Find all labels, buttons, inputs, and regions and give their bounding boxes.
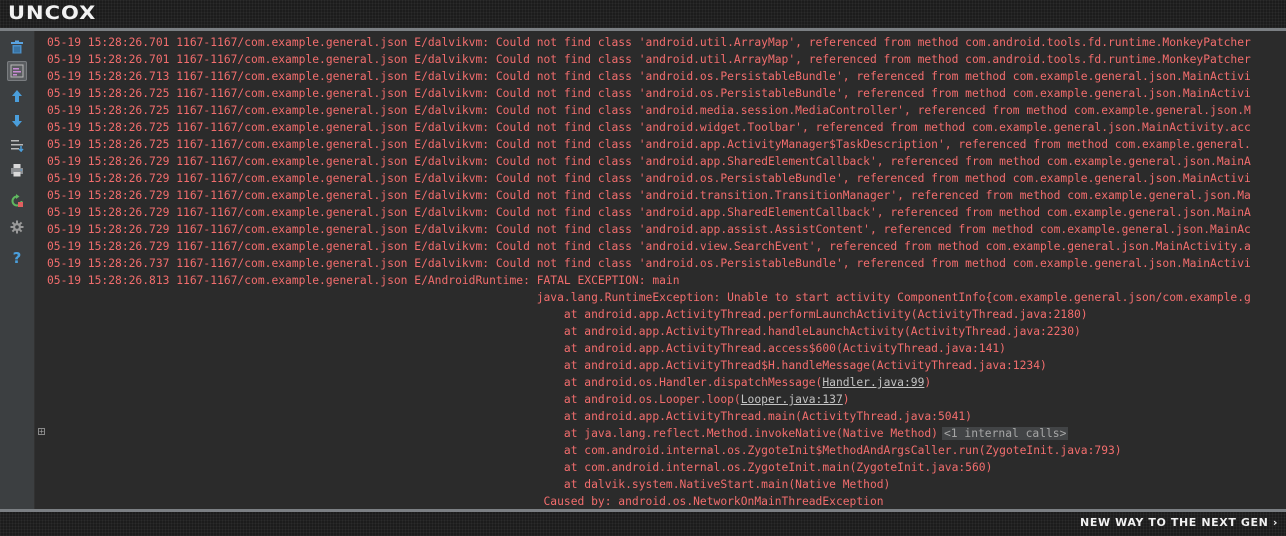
settings-button[interactable] <box>7 217 27 237</box>
log-line-text: at android.app.ActivityThread.access$600… <box>47 342 1006 355</box>
log-line-text: 05-19 15:28:26.729 1167-1167/com.example… <box>47 206 1251 219</box>
log-line-text: 05-19 15:28:26.729 1167-1167/com.example… <box>47 189 1251 202</box>
help-button[interactable]: ? <box>7 247 27 267</box>
log-line-suffix: ) <box>924 376 932 389</box>
log-line-text: at com.android.internal.os.ZygoteInit$Me… <box>47 444 1122 457</box>
log-line-text: 05-19 15:28:26.729 1167-1167/com.example… <box>47 155 1251 168</box>
header-bar: UNCOX <box>0 0 1286 28</box>
log-line: java.lang.RuntimeException: Unable to st… <box>47 289 1286 306</box>
log-line: 05-19 15:28:26.729 1167-1167/com.example… <box>47 238 1286 255</box>
log-line: at android.app.ActivityThread.main(Activ… <box>47 408 1286 425</box>
log-line-text: 05-19 15:28:26.725 1167-1167/com.example… <box>47 121 1251 134</box>
log-line: 05-19 15:28:26.725 1167-1167/com.example… <box>47 102 1286 119</box>
log-line: 05-19 15:28:26.729 1167-1167/com.example… <box>47 221 1286 238</box>
log-line: 05-19 15:28:26.701 1167-1167/com.example… <box>47 51 1286 68</box>
log-line-text: 05-19 15:28:26.729 1167-1167/com.example… <box>47 172 1251 185</box>
tagline: NEW WAY TO THE NEXT GEN › <box>1080 516 1278 529</box>
log-line-suffix: ) <box>842 393 850 406</box>
log-line: 05-19 15:28:26.725 1167-1167/com.example… <box>47 119 1286 136</box>
log-line-text: at android.app.ActivityThread.main(Activ… <box>47 410 972 423</box>
clear-log-button[interactable] <box>7 37 27 57</box>
scroll-to-end-icon <box>10 138 24 152</box>
log-line-text: 05-19 15:28:26.713 1167-1167/com.example… <box>47 70 1251 83</box>
restart-icon <box>10 194 24 208</box>
expand-fold-toggle[interactable]: + <box>38 428 45 436</box>
log-line-text: 05-19 15:28:26.729 1167-1167/com.example… <box>47 240 1251 253</box>
log-line: 05-19 15:28:26.713 1167-1167/com.example… <box>47 68 1286 85</box>
arrow-up-icon <box>11 89 23 103</box>
soft-wrap-button[interactable] <box>7 61 27 81</box>
log-line: at java.lang.reflect.Method.invokeNative… <box>47 425 1286 442</box>
log-line-text: Caused by: android.os.NetworkOnMainThrea… <box>47 495 884 508</box>
log-line-text: at android.app.ActivityThread.performLau… <box>47 308 1088 321</box>
log-line-text: 05-19 15:28:26.725 1167-1167/com.example… <box>47 138 1251 151</box>
footer-bar: NEW WAY TO THE NEXT GEN › <box>0 512 1286 536</box>
log-line-text: java.lang.RuntimeException: Unable to st… <box>47 291 1251 304</box>
log-line-text: 05-19 15:28:26.729 1167-1167/com.example… <box>47 223 1251 236</box>
log-line: at android.os.Looper.loop(Looper.java:13… <box>47 391 1286 408</box>
scroll-up-button[interactable] <box>7 86 27 106</box>
log-line: at android.app.ActivityThread$H.handleMe… <box>47 357 1286 374</box>
log-output: 05-19 15:28:26.701 1167-1167/com.example… <box>47 34 1286 509</box>
log-line: at com.android.internal.os.ZygoteInit.ma… <box>47 459 1286 476</box>
log-line-text: at android.os.Handler.dispatchMessage( <box>47 376 823 389</box>
log-line: at android.os.Handler.dispatchMessage(Ha… <box>47 374 1286 391</box>
log-line: at dalvik.system.NativeStart.main(Native… <box>47 476 1286 493</box>
scroll-to-end-button[interactable] <box>7 135 27 155</box>
log-line: 05-19 15:28:26.701 1167-1167/com.example… <box>47 34 1286 51</box>
log-line: 05-19 15:28:26.729 1167-1167/com.example… <box>47 204 1286 221</box>
print-button[interactable] <box>7 160 27 180</box>
log-line-text: 05-19 15:28:26.813 1167-1167/com.example… <box>47 274 680 287</box>
log-line-text: at android.os.Looper.loop( <box>47 393 741 406</box>
log-line-text: 05-19 15:28:26.701 1167-1167/com.example… <box>47 53 1251 66</box>
log-line: 05-19 15:28:26.813 1167-1167/com.example… <box>47 272 1286 289</box>
console-toolbar: ? <box>0 31 35 509</box>
svg-text:?: ? <box>13 250 22 265</box>
log-line-text: at com.android.internal.os.ZygoteInit.ma… <box>47 461 993 474</box>
soft-wrap-icon <box>10 64 24 78</box>
log-line: at android.app.ActivityThread.access$600… <box>47 340 1286 357</box>
log-line-text: 05-19 15:28:26.725 1167-1167/com.example… <box>47 87 1251 100</box>
gear-icon <box>10 220 24 234</box>
scroll-down-button[interactable] <box>7 111 27 131</box>
log-line-text: at dalvik.system.NativeStart.main(Native… <box>47 478 891 491</box>
brand-logo: UNCOX <box>8 2 97 24</box>
log-line: 05-19 15:28:26.737 1167-1167/com.example… <box>47 255 1286 272</box>
restart-button[interactable] <box>7 191 27 211</box>
log-line: at com.android.internal.os.ZygoteInit$Me… <box>47 442 1286 459</box>
log-line: 05-19 15:28:26.729 1167-1167/com.example… <box>47 153 1286 170</box>
internal-calls-badge[interactable]: <1 internal calls> <box>941 427 1069 440</box>
arrow-down-icon <box>11 114 23 128</box>
print-icon <box>10 163 24 177</box>
source-link[interactable]: Handler.java:99 <box>822 376 924 389</box>
source-link[interactable]: Looper.java:137 <box>741 393 843 406</box>
log-line: 05-19 15:28:26.729 1167-1167/com.example… <box>47 187 1286 204</box>
trash-icon <box>10 40 24 54</box>
log-line-text: at android.app.ActivityThread$H.handleMe… <box>47 359 1047 372</box>
log-line: 05-19 15:28:26.725 1167-1167/com.example… <box>47 136 1286 153</box>
log-line-text: at java.lang.reflect.Method.invokeNative… <box>47 427 938 440</box>
log-line: at android.app.ActivityThread.performLau… <box>47 306 1286 323</box>
logcat-panel: ? + 05-19 15:28:26.701 1167-1167/com.exa… <box>0 31 1286 509</box>
log-line-text: 05-19 15:28:26.737 1167-1167/com.example… <box>47 257 1251 270</box>
log-line: 05-19 15:28:26.729 1167-1167/com.example… <box>47 170 1286 187</box>
log-line: Caused by: android.os.NetworkOnMainThrea… <box>47 493 1286 509</box>
log-line: 05-19 15:28:26.725 1167-1167/com.example… <box>47 85 1286 102</box>
log-line-text: 05-19 15:28:26.725 1167-1167/com.example… <box>47 104 1251 117</box>
log-line-text: 05-19 15:28:26.701 1167-1167/com.example… <box>47 36 1251 49</box>
log-line: at android.app.ActivityThread.handleLaun… <box>47 323 1286 340</box>
help-icon: ? <box>11 250 23 265</box>
log-line-text: at android.app.ActivityThread.handleLaun… <box>47 325 1081 338</box>
